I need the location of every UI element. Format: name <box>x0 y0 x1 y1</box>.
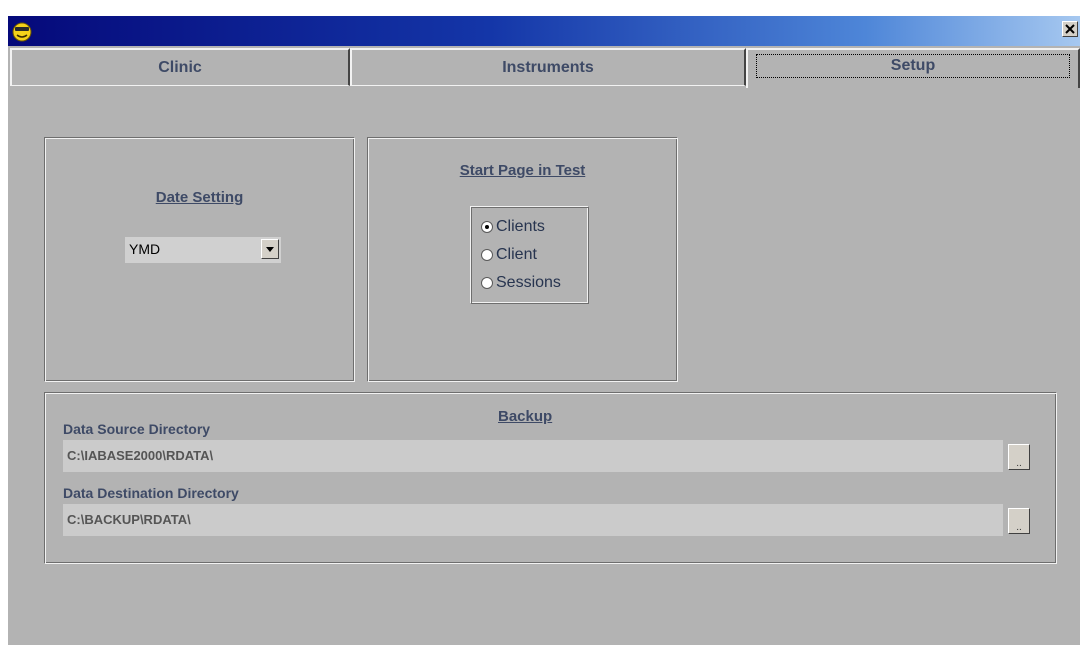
tab-strip: Clinic Instruments Setup <box>8 46 1080 92</box>
title-bar[interactable] <box>8 16 1080 46</box>
radio-unchecked-icon[interactable] <box>481 249 493 261</box>
destination-directory-field[interactable]: C:\BACKUP\RDATA\ <box>63 504 1003 536</box>
tab-instruments[interactable]: Instruments <box>350 48 746 86</box>
radio-checked-icon[interactable] <box>481 221 493 233</box>
tab-setup-label: Setup <box>756 54 1070 78</box>
radio-sessions[interactable]: Sessions <box>481 272 561 294</box>
start-page-heading: Start Page in Test <box>459 162 586 179</box>
smiley-face-icon <box>12 22 32 42</box>
date-format-dropdown[interactable]: YMD <box>125 237 281 263</box>
start-page-radio-group: Clients Client Sessions <box>470 206 589 304</box>
source-directory-label: Data Source Directory <box>63 421 211 437</box>
chevron-down-icon <box>266 246 274 252</box>
date-format-value: YMD <box>129 241 161 257</box>
setup-window: Clinic Instruments Setup Date Setting YM… <box>8 16 1080 645</box>
date-setting-heading: Date Setting <box>155 189 244 206</box>
browse-destination-button[interactable]: .. <box>1008 508 1030 534</box>
radio-sessions-label: Sessions <box>496 274 561 291</box>
radio-clients[interactable]: Clients <box>481 216 545 238</box>
source-directory-field[interactable]: C:\IABASE2000\RDATA\ <box>63 440 1003 472</box>
close-x-icon <box>1065 24 1075 34</box>
backup-heading: Backup <box>498 408 553 425</box>
tab-clinic[interactable]: Clinic <box>10 48 350 86</box>
destination-directory-value: C:\BACKUP\RDATA\ <box>67 512 191 527</box>
browse-source-button[interactable]: .. <box>1008 444 1030 470</box>
radio-client[interactable]: Client <box>481 244 537 266</box>
destination-directory-label: Data Destination Directory <box>63 485 239 501</box>
close-button[interactable] <box>1062 21 1078 37</box>
radio-client-label: Client <box>496 246 537 263</box>
radio-unchecked-icon[interactable] <box>481 277 493 289</box>
source-directory-value: C:\IABASE2000\RDATA\ <box>67 448 214 463</box>
dropdown-button[interactable] <box>261 239 279 259</box>
radio-clients-label: Clients <box>496 218 545 235</box>
tab-setup[interactable]: Setup <box>746 48 1080 88</box>
